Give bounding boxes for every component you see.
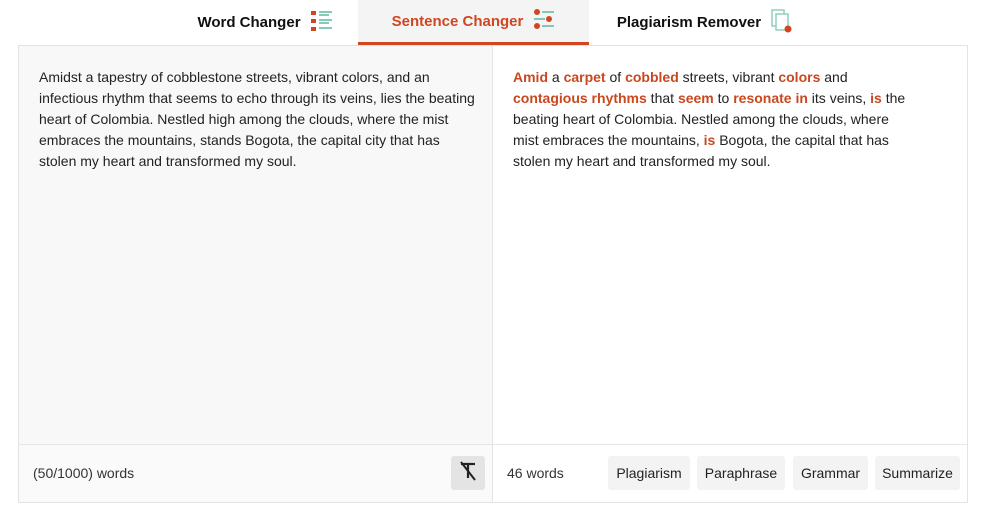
changed-phrase[interactable]: cobbled <box>625 69 679 85</box>
tab-label: Word Changer <box>197 14 301 31</box>
unchanged-text: to <box>713 90 734 106</box>
input-text[interactable]: Amidst a tapestry of cobblestone streets… <box>39 67 479 172</box>
list-lines-icon <box>310 10 333 36</box>
changed-phrase[interactable]: resonate in <box>733 90 808 106</box>
unchanged-text: that <box>646 90 678 106</box>
tab-label: Plagiarism Remover <box>616 14 762 31</box>
output-panel: Amid a carpet of cobbled streets, vibran… <box>492 45 968 503</box>
tool-tabs: Word Changer Sentence Changer Plagiarism… <box>0 0 1007 45</box>
changed-phrase[interactable]: colors <box>778 69 820 85</box>
changed-phrase[interactable]: Amid <box>513 69 548 85</box>
sliders-icon <box>533 9 555 33</box>
paraphrase-button[interactable]: Paraphrase <box>697 456 785 490</box>
plagiarism-button[interactable]: Plagiarism <box>608 456 690 490</box>
output-footer: 46 words Plagiarism Paraphrase Grammar S… <box>493 444 967 502</box>
changed-phrase[interactable]: seem <box>678 90 714 106</box>
unchanged-text: a <box>548 69 564 85</box>
changed-phrase[interactable]: is <box>870 90 882 106</box>
tab-label: Sentence Changer <box>391 12 524 30</box>
tab-word-changer[interactable]: Word Changer <box>170 0 360 45</box>
clear-format-button[interactable] <box>451 456 485 490</box>
unchanged-text: and <box>820 69 848 85</box>
changed-phrase[interactable]: carpet <box>564 69 606 85</box>
clear-format-icon <box>458 460 478 486</box>
changed-phrase[interactable]: is <box>704 132 716 148</box>
input-panel: Amidst a tapestry of cobblestone streets… <box>18 45 493 503</box>
unchanged-text: streets, vibrant <box>678 69 779 85</box>
summarize-button[interactable]: Summarize <box>875 456 960 490</box>
grammar-button[interactable]: Grammar <box>793 456 868 490</box>
unchanged-text: its veins, <box>807 90 871 106</box>
unchanged-text: of <box>605 69 626 85</box>
tab-plagiarism-remover[interactable]: Plagiarism Remover <box>600 0 810 45</box>
output-word-count: 46 words <box>507 465 564 481</box>
input-footer: (50/1000) words <box>19 444 492 502</box>
tab-sentence-changer[interactable]: Sentence Changer <box>358 0 589 45</box>
output-text: Amid a carpet of cobbled streets, vibran… <box>513 67 908 172</box>
changed-phrase[interactable]: contagious rhythms <box>513 90 647 106</box>
document-copy-icon <box>771 8 793 37</box>
input-word-count: (50/1000) words <box>33 465 135 481</box>
